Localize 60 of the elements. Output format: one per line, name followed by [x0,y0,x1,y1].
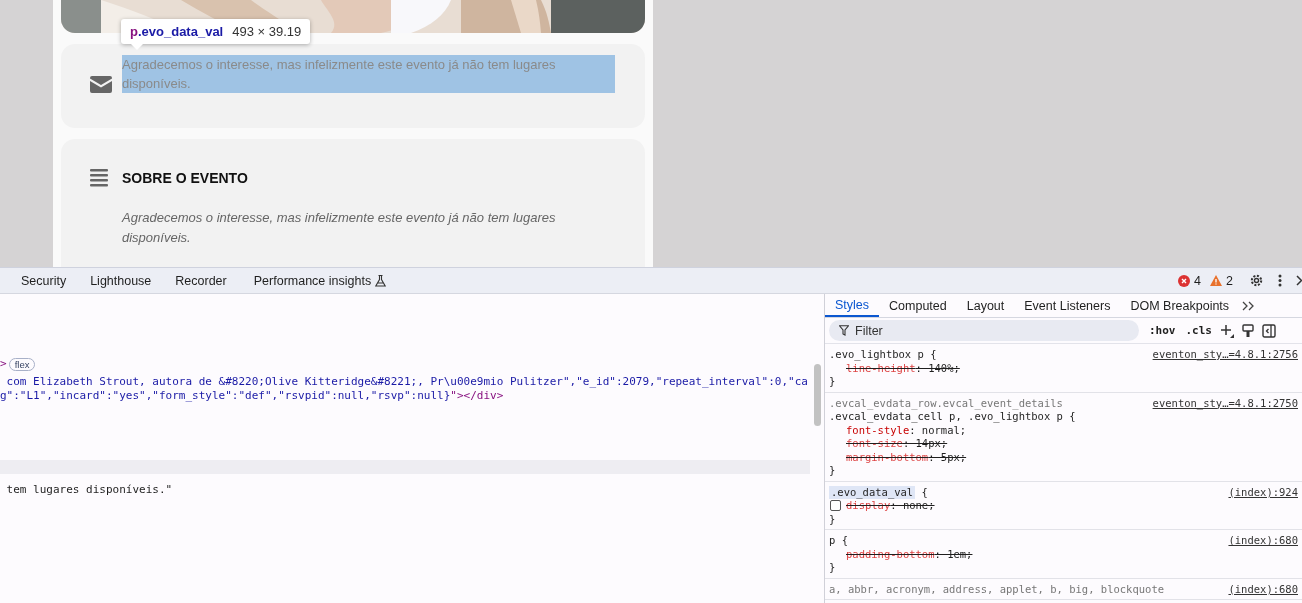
sidebar-tab[interactable]: Layout [956,294,1015,318]
filter-field[interactable]: Filter [829,320,1139,342]
envelope-icon [90,76,112,93]
more-tabs-icon[interactable] [1242,300,1256,311]
paint-icon[interactable] [1242,323,1254,338]
checkbox[interactable] [830,500,841,512]
sidebar-toggle-icon[interactable] [1262,323,1276,338]
panel-tab[interactable]: Recorder [163,268,239,293]
css-selector: a, abbr, acronym, address, applet, b, big, blockquote [829,582,1165,596]
brace: } [829,375,836,389]
section-title: SOBRE O EVENTO [122,170,248,186]
element-selector: p.evo_data_val [130,24,224,39]
brace: { [920,485,928,499]
css-declaration: margin-bottom: 5px; [846,450,967,464]
sidebar-tab[interactable]: Event Listeners [1014,294,1121,318]
brace: } [829,512,836,526]
plus-icon[interactable] [1220,323,1234,338]
panel-tab[interactable]: Performance insights [241,268,399,293]
toolbar-button[interactable]: :hov [1149,324,1176,338]
tag-bracket: > [0,357,7,371]
code-line: g":"L1","incard":"yes","form_style":"def","rsvpid":null,"rsvp":null}"></div> [0,388,504,402]
css-selector: p { [829,534,848,548]
source-link[interactable]: (index):924 [1228,485,1298,499]
scrollbar-thumb[interactable] [814,364,821,426]
brace: } [829,464,836,478]
filter-input[interactable]: Filter [855,323,1115,338]
event-message: Agradecemos o interesse, mas infelizmente este evento já não tem lugares disponíveis. [122,55,615,93]
css-selector: .evo_data_val [829,485,916,499]
panel-tab[interactable]: Lighthouse [78,268,164,293]
css-selector: .evcal_evdata_row.evcal_event_details [829,396,1063,410]
css-declaration: font-size: 14px; [846,437,948,451]
warning-icon [1210,275,1223,286]
sidebar-tab[interactable]: Styles [825,294,880,318]
css-selector: .evcal_evdata_cell p, .evo_lightbox p { [829,410,1076,424]
source-link[interactable]: eventon_sty…=4.8.1:2750 [1152,396,1298,410]
sidebar-tab[interactable]: DOM Breakpoints [1120,294,1240,318]
source-link[interactable]: eventon_sty…=4.8.1:2756 [1152,348,1298,362]
sidebar-tab[interactable]: Computed [879,294,957,318]
brace: } [829,561,836,575]
css-declaration: line-height: 140%; [846,361,960,375]
filter-icon [839,325,849,337]
list-icon [90,169,108,187]
more-icon[interactable] [1278,274,1282,287]
code-line: tem lugares disponíveis." [5,483,173,496]
css-declaration: padding-bottom: 1em; [846,547,973,561]
panel-tab[interactable]: Security [9,268,79,293]
code-line: com Elizabeth Strout, autora de &#8220;Olive Kitteridge&#8221;, Pr\u00e9mio Pulitzer","e_id":2079,"repeat_interval":0,"ca [5,375,808,388]
error-count[interactable]: 4 [1194,273,1202,288]
event-description: Agradecemos o interesse, mas infelizmente este evento já não tem lugares disponíveis. [122,209,557,247]
settings-icon[interactable] [1249,273,1264,288]
error-icon [1178,274,1191,287]
css-selector: .evo_lightbox p { [829,348,937,362]
css-declaration: font-style: normal; [846,423,967,437]
source-link[interactable]: (index):680 [1228,582,1298,596]
chevron-icon[interactable] [1296,275,1302,286]
source-link[interactable]: (index):680 [1228,534,1298,548]
css-declaration: display: none; [846,499,935,513]
toolbar-button[interactable]: .cls [1185,324,1212,338]
element-size: 493 × 39.19 [232,24,302,39]
warning-count[interactable]: 2 [1226,273,1233,288]
